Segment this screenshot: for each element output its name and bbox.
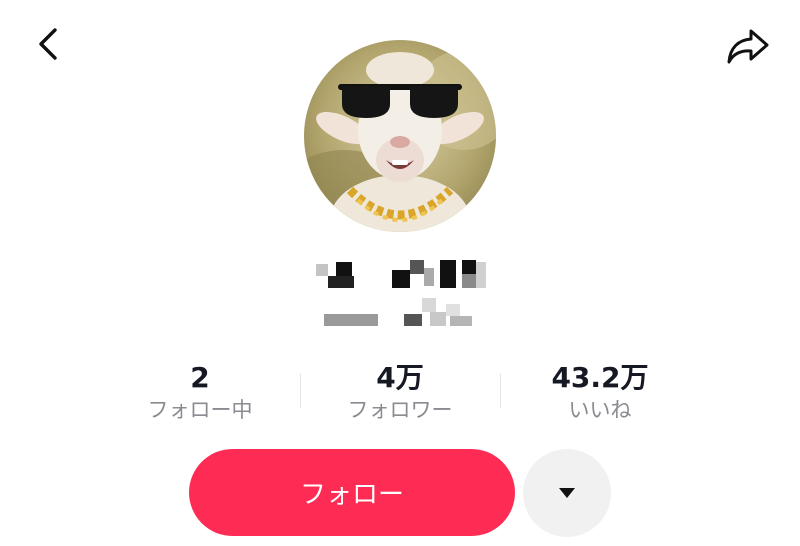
profile-handle-redacted xyxy=(324,298,476,328)
profile-screen: 2 フォロー中 4万 フォロワー 43.2万 いいね フォロー xyxy=(0,0,800,546)
followers-count: 4万 xyxy=(376,361,424,394)
follow-button[interactable]: フォロー xyxy=(189,449,515,536)
profile-name-redacted xyxy=(316,258,492,290)
following-count: 2 xyxy=(190,361,210,394)
share-button[interactable] xyxy=(724,24,772,68)
avatar[interactable] xyxy=(304,40,496,232)
chevron-left-icon xyxy=(39,28,57,60)
back-button[interactable] xyxy=(28,24,68,64)
more-options-button[interactable] xyxy=(523,449,611,537)
profile-stats: 2 フォロー中 4万 フォロワー 43.2万 いいね xyxy=(100,362,700,426)
likes-count: 43.2万 xyxy=(551,361,649,394)
following-label: フォロー中 xyxy=(147,398,253,422)
goat-avatar-image xyxy=(304,50,496,232)
followers-label: フォロワー xyxy=(347,398,453,422)
followers-stat[interactable]: 4万 フォロワー xyxy=(300,362,500,426)
share-arrow-icon xyxy=(727,29,769,64)
triangle-down-icon xyxy=(559,488,575,498)
likes-label: いいね xyxy=(568,398,632,422)
following-stat[interactable]: 2 フォロー中 xyxy=(100,362,300,426)
likes-stat[interactable]: 43.2万 いいね xyxy=(500,362,700,426)
